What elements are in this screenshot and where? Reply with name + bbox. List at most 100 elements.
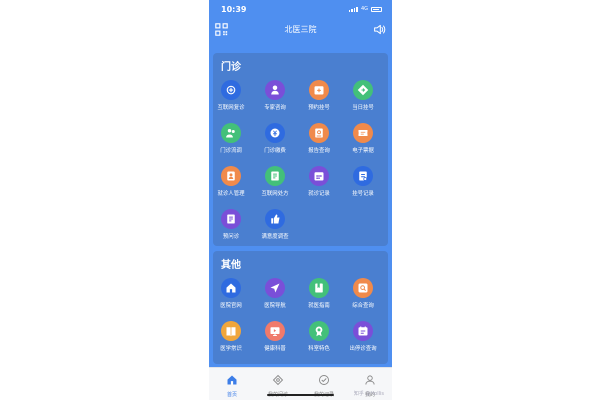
prescription-icon <box>271 171 279 181</box>
search-icon <box>358 283 368 293</box>
tab-item[interactable]: 首页 <box>209 371 255 398</box>
service-icon-badge <box>221 123 241 143</box>
schedule-icon <box>358 326 368 336</box>
badge-icon <box>315 326 323 337</box>
service-item[interactable]: 当日挂号 <box>342 80 385 111</box>
service-label: 就医指南 <box>308 303 330 309</box>
section-heading-others: 其他 <box>221 260 241 271</box>
plus-icon <box>226 85 236 95</box>
battery-icon <box>371 6 382 12</box>
service-item[interactable]: 电子票据 <box>342 123 385 154</box>
service-icon-badge <box>309 80 329 100</box>
diamond-icon <box>357 84 369 96</box>
service-icon-badge <box>221 209 241 229</box>
service-item[interactable]: 就医指南 <box>298 278 341 309</box>
service-item[interactable]: 挂号记录 <box>342 166 385 197</box>
service-label: 专家咨询 <box>264 105 286 111</box>
phone-screen: 10:39 4G 北医三院 门诊 互联网复诊 专家咨询 预约挂号 当日挂号 门诊流调 门诊… <box>209 0 392 400</box>
service-item[interactable]: 专家咨询 <box>254 80 297 111</box>
service-icon-badge <box>265 123 285 143</box>
service-icon-badge <box>309 278 329 298</box>
service-item[interactable]: 就诊人管理 <box>210 166 253 197</box>
service-icon-badge <box>221 278 241 298</box>
user-tab-icon <box>365 375 375 385</box>
status-bar: 10:39 4G <box>209 0 392 22</box>
service-label: 报告查询 <box>308 148 330 154</box>
service-item[interactable]: 综合查询 <box>342 278 385 309</box>
service-icon-badge <box>309 123 329 143</box>
service-label: 预问诊 <box>222 234 240 240</box>
service-label: 医院导航 <box>264 303 286 309</box>
tab-label: 首页 <box>226 392 237 398</box>
book-icon <box>226 327 236 337</box>
service-item[interactable]: 预问诊 <box>210 209 253 240</box>
report-icon <box>315 128 323 138</box>
home-icon <box>226 283 236 293</box>
service-item[interactable]: 满意度调查 <box>254 209 297 240</box>
patient-icon <box>227 171 235 181</box>
service-label: 预约挂号 <box>308 105 330 111</box>
service-label: 综合查询 <box>352 303 374 309</box>
outpatient-section: 门诊 互联网复诊 专家咨询 预约挂号 当日挂号门诊流调 门诊缴费 报告查询 电子票据就诊人管… <box>213 53 388 246</box>
service-label: 互联网复诊 <box>217 105 245 111</box>
service-item[interactable]: 互联网处方 <box>254 166 297 197</box>
service-icon-badge <box>353 123 373 143</box>
home-indicator <box>267 394 334 396</box>
service-label: 就诊记录 <box>308 191 330 197</box>
signal-icon <box>348 6 358 12</box>
service-item[interactable]: 门诊流调 <box>210 123 253 154</box>
service-label: 医学常识 <box>220 346 242 352</box>
service-item[interactable]: 医院官网 <box>210 278 253 309</box>
service-item[interactable]: 预约挂号 <box>298 80 341 111</box>
page-title: 北医三院 <box>284 25 317 34</box>
service-label: 挂号记录 <box>352 191 374 197</box>
service-item[interactable]: 医学常识 <box>210 321 253 352</box>
service-icon-badge <box>265 80 285 100</box>
others-section: 其他 医院官网 医院导航 就医指南 综合查询医学常识 健康科普 科室特色 出停诊查询 <box>213 251 388 364</box>
calendar-icon <box>314 172 324 181</box>
service-item[interactable]: 门诊缴费 <box>254 123 297 154</box>
nav-bar: 北医三院 <box>209 20 392 40</box>
ticket-icon <box>358 130 368 136</box>
status-indicators: 4G <box>348 6 382 12</box>
service-label: 健康科普 <box>264 346 286 352</box>
people-icon <box>226 129 235 138</box>
service-icon-badge <box>221 321 241 341</box>
service-label: 互联网处方 <box>261 191 289 197</box>
record-tab-icon <box>319 375 329 385</box>
speaker-icon[interactable] <box>373 23 386 36</box>
service-label: 当日挂号 <box>352 105 374 111</box>
service-item[interactable]: 医院导航 <box>254 278 297 309</box>
slides-icon <box>270 327 280 336</box>
service-icon-badge <box>221 80 241 100</box>
service-label: 出停诊查询 <box>349 346 377 352</box>
network-type: 4G <box>360 6 368 12</box>
service-item[interactable]: 就诊记录 <box>298 166 341 197</box>
register-icon <box>359 171 368 181</box>
service-icon-badge <box>353 166 373 186</box>
home-tab-icon <box>227 375 237 385</box>
service-icon-badge <box>265 278 285 298</box>
service-icon-badge <box>309 166 329 186</box>
service-icon-badge <box>221 166 241 186</box>
service-item[interactable]: 出停诊查询 <box>342 321 385 352</box>
service-icon-badge <box>265 166 285 186</box>
service-icon-badge <box>309 321 329 341</box>
service-item[interactable]: 健康科普 <box>254 321 297 352</box>
tab-bar: 首页我的问诊我的记录我的 知乎 @Hollis <box>209 367 392 400</box>
navigation-icon <box>270 283 280 293</box>
service-icon-badge <box>265 321 285 341</box>
service-label: 门诊缴费 <box>264 148 286 154</box>
service-item[interactable]: 报告查询 <box>298 123 341 154</box>
consult-tab-icon <box>272 374 284 386</box>
section-heading-outpatient: 门诊 <box>221 62 241 73</box>
service-label: 医院官网 <box>220 303 242 309</box>
calendar-plus-icon <box>314 86 324 95</box>
guide-icon <box>315 283 323 293</box>
thumbs-up-icon <box>271 214 280 224</box>
watermark: 知乎 @Hollis <box>353 391 384 397</box>
service-icon-badge <box>353 321 373 341</box>
service-item[interactable]: 科室特色 <box>298 321 341 352</box>
service-item[interactable]: 互联网复诊 <box>210 80 253 111</box>
service-label: 就诊人管理 <box>217 191 245 197</box>
